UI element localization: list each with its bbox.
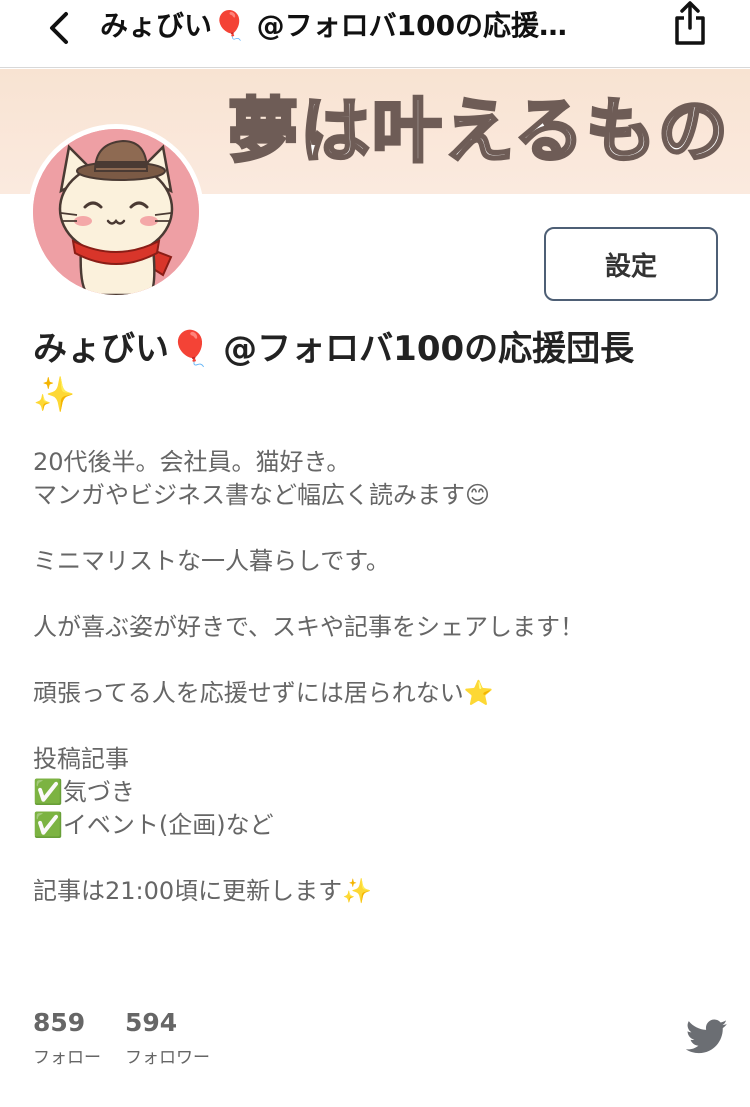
page-title: みょびい🎈 @フォロバ100の応援…: [100, 9, 568, 42]
bio-line: 人が喜ぶ姿が好きで、スキや記事をシェアします！: [33, 613, 585, 641]
bio-line: マンガやビジネス書など幅広く読みます😊: [33, 481, 491, 509]
followers-label: フォロワー: [125, 1048, 210, 1068]
bio-line: 20代後半。会社員。猫好き。: [33, 448, 351, 476]
settings-button[interactable]: 設定: [544, 227, 718, 301]
followers-stat[interactable]: 594 フォロワー: [125, 1005, 210, 1073]
sparkle-emoji: ✨: [33, 375, 76, 415]
twitter-link-button[interactable]: [685, 1018, 728, 1056]
following-count: 859: [33, 1008, 86, 1037]
banner-text: 夢は叶えるもの: [227, 90, 730, 173]
bio-line: 投稿記事: [33, 745, 129, 773]
bio-line: 頑張ってる人を応援せずには居られない⭐️: [33, 679, 494, 707]
following-stat[interactable]: 859 フォロー: [33, 1005, 101, 1073]
top-nav-bar: みょびい🎈 @フォロバ100の応援…: [0, 0, 750, 68]
bio-line: ✅気づき: [33, 778, 135, 806]
chevron-left-icon: [50, 12, 68, 44]
profile-name-text: みょびい🎈 @フォロバ100の応援団長: [33, 329, 635, 369]
profile-name: みょびい🎈 @フォロバ100の応援団長 ✨: [33, 326, 723, 418]
followers-count: 594: [125, 1008, 178, 1037]
avatar[interactable]: [28, 124, 204, 300]
following-label: フォロー: [33, 1048, 101, 1068]
share-button[interactable]: [668, 0, 712, 48]
bio-line: ミニマリストな一人暮らしです。: [33, 547, 390, 575]
bio-line: ✅イベント(企画)など: [33, 811, 274, 839]
avatar-image: [33, 129, 199, 295]
twitter-bird-icon: [685, 1019, 728, 1054]
share-icon: [675, 1, 705, 45]
cat-avatar-icon: [33, 129, 199, 295]
bio-line: 記事は21:00頃に更新します✨: [33, 877, 373, 905]
back-button[interactable]: [40, 8, 80, 48]
profile-bio: 20代後半。会社員。猫好き。 マンガやビジネス書など幅広く読みます😊 ミニマリス…: [33, 446, 723, 908]
